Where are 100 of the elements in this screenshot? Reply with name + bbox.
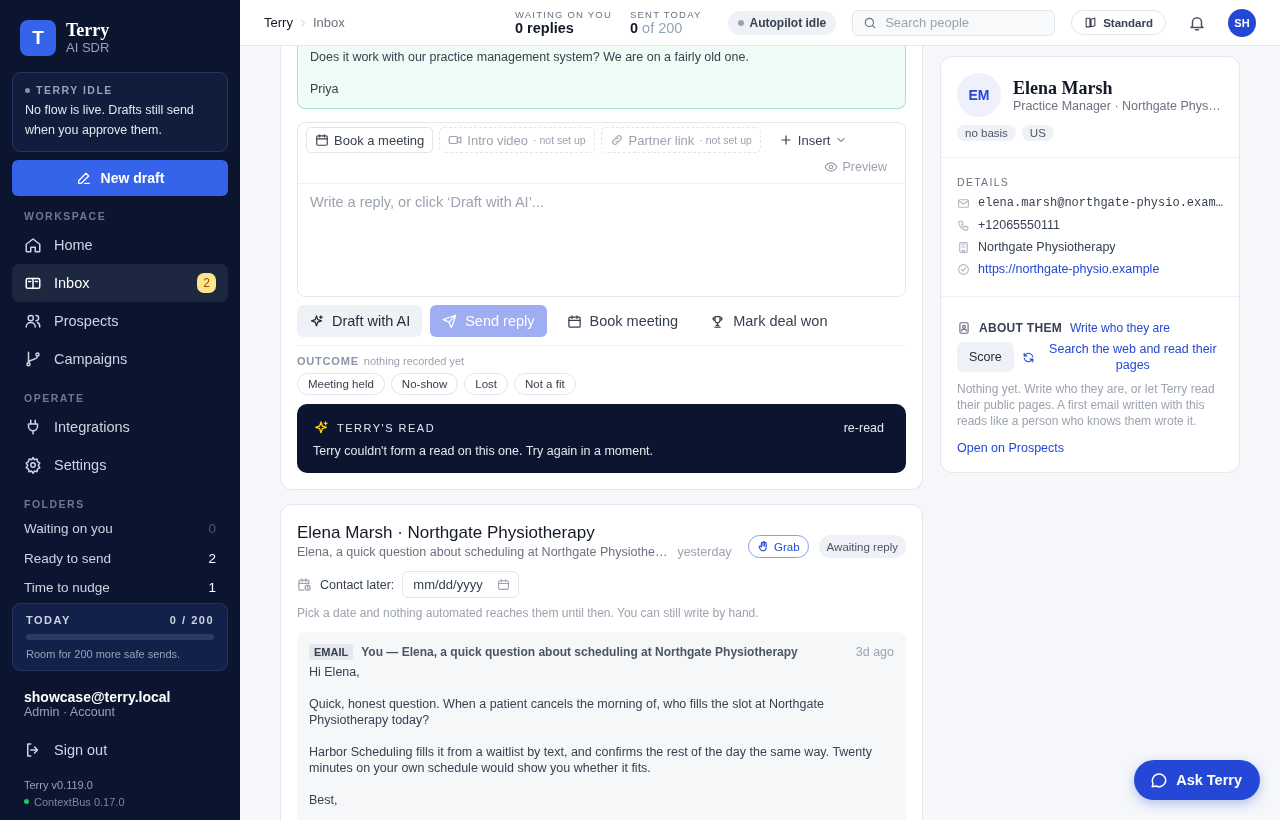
account-role: Admin · Account xyxy=(24,704,115,719)
search-web-link[interactable]: Search the web and read their pages xyxy=(1042,341,1223,373)
status-text: No flow is live. Drafts still send when you approve them. xyxy=(25,102,195,139)
email-tag: EMAIL xyxy=(309,644,354,660)
ask-button[interactable]: Ask Terry xyxy=(1134,760,1260,800)
search-input[interactable]: Search people xyxy=(883,14,1045,31)
trophy-icon xyxy=(710,313,726,329)
detail-text: Northgate Physiotherapy xyxy=(978,240,1116,254)
message-text: Priya xyxy=(310,81,340,98)
settings-icon xyxy=(24,456,42,474)
brand-name: Terry xyxy=(66,20,110,41)
section-label: FOLDERS xyxy=(23,497,86,512)
link-icon xyxy=(609,133,624,147)
mail-icon xyxy=(957,196,970,210)
insert-button[interactable]: Insert xyxy=(772,131,854,149)
account-email: showcase@terry.local xyxy=(24,688,172,705)
breadcrumb-item[interactable]: Terry xyxy=(264,15,293,30)
today-label: TODAY xyxy=(26,613,71,626)
about-note: Nothing yet. Write who they are, or let Terry read their public pages. A first email written with this reads like a person who knows them wrote it. xyxy=(957,381,1216,429)
calendar-icon xyxy=(497,578,511,591)
hint-text: Pick a date and nothing automated reaches them until then. You can still write by hand. xyxy=(297,606,760,620)
date-field[interactable]: mm/dd/yyyy xyxy=(402,571,520,598)
branch-icon xyxy=(24,350,42,368)
grab-button[interactable]: Grab xyxy=(748,535,809,558)
contact-tag: no basis xyxy=(957,125,1016,141)
new-draft-button[interactable]: New draft xyxy=(12,160,228,196)
conversation-title: Elena Marsh · Northgate Physiotherapy xyxy=(297,523,596,543)
brand-tagline: AI SDR xyxy=(66,40,110,56)
folder-item[interactable]: Waiting on you 0 xyxy=(12,514,228,544)
refresh-icon xyxy=(1021,350,1035,364)
mode-button[interactable]: Standard xyxy=(1071,10,1166,35)
website-link[interactable]: https://northgate-physio.example xyxy=(978,262,1160,276)
outcome-label: OUTCOME xyxy=(297,355,359,367)
action-button[interactable]: Mark deal won xyxy=(698,305,840,337)
open-prospects-link[interactable]: Open on Prospects xyxy=(957,441,1064,455)
sidebar-item[interactable]: Inbox 2 xyxy=(12,264,228,302)
sidebar-item[interactable]: Integrations xyxy=(12,408,228,446)
contact-later-label: Contact later: xyxy=(320,577,395,592)
sidebar-item[interactable]: Prospects xyxy=(12,302,228,340)
contact-role: Practice Manager · Northgate Phys… xyxy=(1013,98,1221,113)
read-text: Terry couldn't form a read on this one. Try again in a moment. xyxy=(313,444,655,458)
sidebar-item[interactable]: Campaigns xyxy=(12,340,228,378)
email-paragraph: Quick, honest question. When a patient cancels the morning of, who fills the slot at Northgate Physiotherapy today? xyxy=(309,696,825,728)
contact-name: Elena Marsh xyxy=(1013,77,1114,99)
plus-icon xyxy=(778,133,793,147)
phone-icon xyxy=(957,218,970,232)
conversation-time: yesterday xyxy=(677,545,732,559)
today-note: Room for 200 more safe sends. xyxy=(26,647,182,660)
sign-out-button[interactable]: Sign out xyxy=(12,730,228,769)
panel-icon xyxy=(1084,16,1098,29)
outcome-option[interactable]: Meeting held xyxy=(297,373,385,395)
sparkle-icon xyxy=(309,313,324,329)
count-badge: 2 xyxy=(197,273,216,293)
detail-text: elena.marsh@northgate-physio.exam… xyxy=(978,196,1223,210)
breadcrumb-item: Inbox xyxy=(312,15,345,30)
send-icon xyxy=(442,313,458,329)
re-read-link[interactable]: re-read xyxy=(837,420,890,436)
folder-label: Waiting on you xyxy=(24,521,113,537)
score-button[interactable]: Score xyxy=(957,342,1014,372)
folder-count: 0 xyxy=(208,521,216,537)
stat-label: WAITING ON YOU xyxy=(515,9,612,20)
search-field[interactable]: Search people xyxy=(852,9,1056,36)
check-circle-icon xyxy=(957,262,970,276)
version-text: Terry v0.119.0 xyxy=(23,777,94,791)
people-icon xyxy=(24,312,42,330)
pencil-icon xyxy=(75,170,92,186)
stat-label: SENT TODAY xyxy=(630,9,702,20)
brand-logo: T xyxy=(20,20,56,56)
section-label: WORKSPACE xyxy=(23,209,108,224)
outcome-option[interactable]: No-show xyxy=(390,373,459,395)
action-button[interactable]: Book meeting xyxy=(554,305,691,337)
message-text: Does it work with our practice management system? We are on a fairly old one. xyxy=(310,49,750,66)
calendar-clock-icon xyxy=(297,577,312,592)
contact-avatar: EM xyxy=(957,73,1001,117)
outcome-note: nothing recorded yet xyxy=(363,355,465,367)
action-button[interactable]: Draft with AI xyxy=(297,305,423,337)
stat-value: 0 of 200 xyxy=(630,20,684,36)
write-link[interactable]: Write who they are xyxy=(1070,321,1170,335)
user-avatar[interactable]: SH xyxy=(1228,8,1256,37)
read-title: TERRY'S READ xyxy=(337,422,437,434)
folder-item[interactable]: Ready to send 2 xyxy=(12,543,228,573)
service-version: ContextBus 0.17.0 xyxy=(34,795,125,808)
stat-value: 0 replies xyxy=(515,20,575,36)
email-time: 3d ago xyxy=(855,645,894,659)
search-icon xyxy=(863,15,878,30)
detail-text: +12065550111 xyxy=(978,218,1060,232)
folder-count: 2 xyxy=(208,550,216,566)
video-icon xyxy=(448,133,463,147)
email-paragraph: Best, xyxy=(309,792,339,808)
email-paragraph: Hi Elena, xyxy=(309,664,361,680)
outcome-option[interactable]: Not a fit xyxy=(514,373,576,395)
folder-label: Ready to send xyxy=(24,550,112,566)
contact-card-icon xyxy=(957,321,971,335)
folder-item[interactable]: Time to nudge 1 xyxy=(12,573,228,603)
folder-label: Time to nudge xyxy=(24,580,110,596)
insert-chip[interactable]: Book a meeting xyxy=(306,127,434,153)
status-title: TERRY IDLE xyxy=(36,84,113,96)
sidebar-item[interactable]: Settings xyxy=(12,446,228,484)
sidebar-item[interactable]: Home xyxy=(12,226,228,264)
outcome-option[interactable]: Lost xyxy=(464,373,508,395)
